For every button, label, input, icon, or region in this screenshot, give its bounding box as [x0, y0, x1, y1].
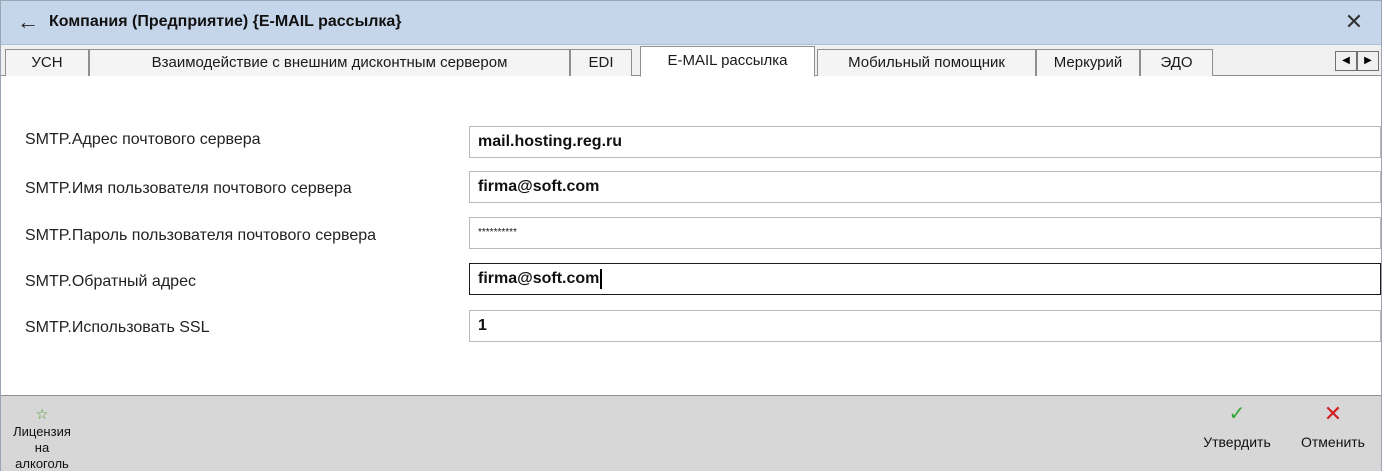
cancel-label: Отменить: [1301, 434, 1365, 450]
smtp-username-label: SMTP.Имя пользователя почтового сервера: [25, 180, 352, 197]
alcohol-license-button[interactable]: ☆ Лицензия на алкоголь: [7, 406, 77, 471]
cross-icon: ✕: [1323, 401, 1343, 426]
smtp-reply-address-field[interactable]: firma@soft.com: [469, 263, 1381, 295]
smtp-ssl-field[interactable]: 1: [469, 310, 1381, 342]
back-arrow-icon[interactable]: ←: [15, 10, 41, 36]
tab-mercury[interactable]: Меркурий: [1036, 49, 1140, 76]
alcohol-license-label-line1: Лицензия на: [13, 424, 71, 455]
tab-strip: УСН Взаимодействие с внешним дисконтным …: [1, 45, 1381, 77]
tab-edo[interactable]: ЭДО: [1140, 49, 1213, 76]
scroll-left-icon[interactable]: ◀: [1335, 51, 1357, 71]
email-settings-form: SMTP.Адрес почтового сервера mail.hostin…: [9, 77, 1381, 393]
smtp-server-label: SMTP.Адрес почтового сервера: [25, 131, 261, 148]
license-icon: ☆: [35, 406, 49, 422]
smtp-ssl-label: SMTP.Использовать SSL: [25, 319, 210, 336]
window-title: Компания (Предприятие) {E-MAIL рассылка}: [49, 13, 402, 30]
approve-label: Утвердить: [1203, 434, 1271, 450]
smtp-username-field[interactable]: firma@soft.com: [469, 171, 1381, 203]
smtp-password-field[interactable]: **********: [469, 217, 1381, 249]
tab-edi[interactable]: EDI: [570, 49, 632, 76]
smtp-reply-address-label: SMTP.Обратный адрес: [25, 273, 196, 290]
tab-mobile-assistant[interactable]: Мобильный помощник: [817, 49, 1036, 76]
alcohol-license-label-line2: алкоголь: [15, 456, 69, 471]
scroll-right-icon[interactable]: ▶: [1357, 51, 1379, 71]
text-caret: [600, 268, 603, 289]
title-bar: ← Компания (Предприятие) {E-MAIL рассылк…: [1, 1, 1381, 45]
tab-discount-server[interactable]: Взаимодействие с внешним дисконтным серв…: [89, 49, 570, 76]
checkmark-icon: ✓: [1228, 403, 1246, 425]
cancel-button[interactable]: ✕ Отменить: [1293, 401, 1373, 451]
tab-scroll-buttons: ◀ ▶: [1335, 51, 1379, 71]
bottom-toolbar: ☆ Лицензия на алкоголь ✓ Утвердить ✕ Отм…: [1, 395, 1381, 471]
smtp-password-label: SMTP.Пароль пользователя почтового серве…: [25, 227, 377, 244]
approve-button[interactable]: ✓ Утвердить: [1197, 402, 1277, 450]
tab-email-mailing[interactable]: E-MAIL рассылка: [640, 46, 815, 77]
close-icon[interactable]: ✕: [1341, 9, 1367, 35]
window: ← Компания (Предприятие) {E-MAIL рассылк…: [0, 0, 1382, 471]
smtp-reply-address-value: firma@soft.com: [478, 270, 600, 287]
smtp-server-field[interactable]: mail.hosting.reg.ru: [469, 126, 1381, 158]
tab-usn[interactable]: УСН: [5, 49, 89, 76]
